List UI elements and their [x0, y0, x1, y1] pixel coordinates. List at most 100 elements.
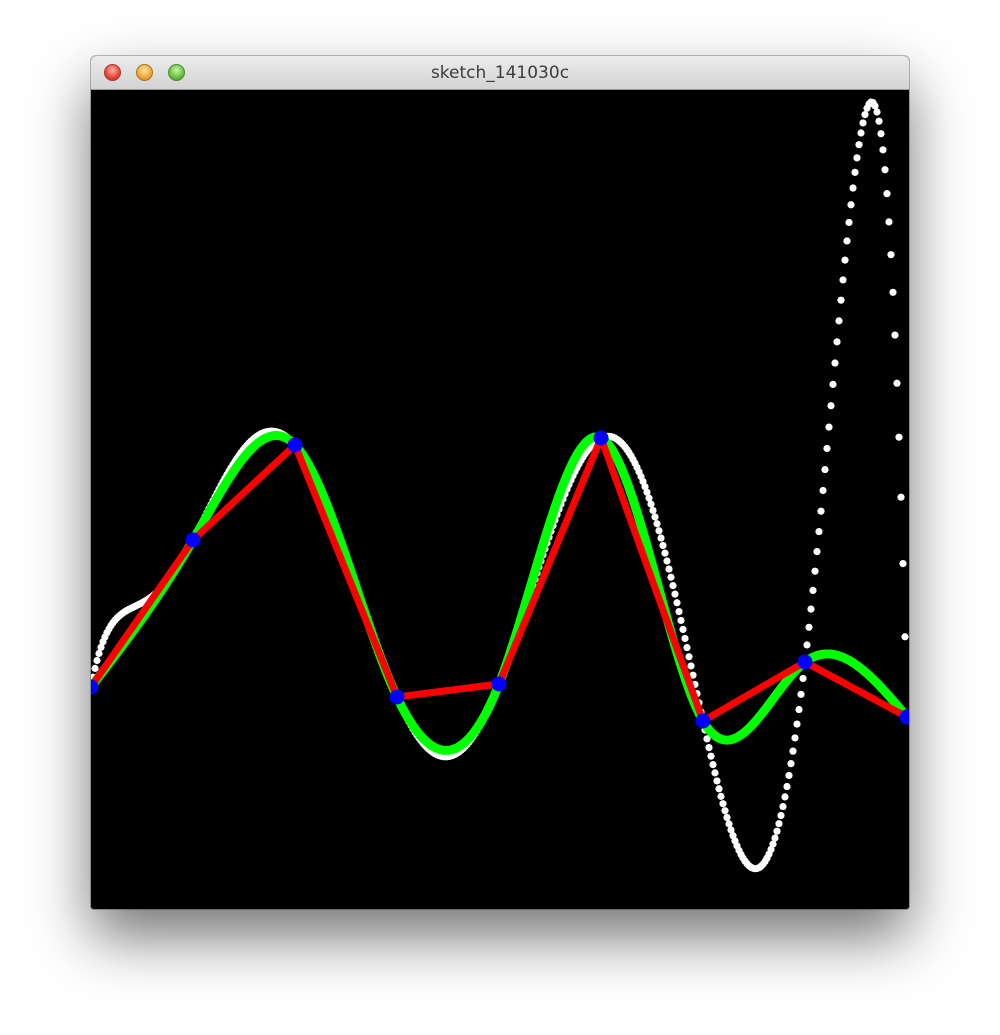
interpolant-dot [883, 190, 891, 198]
interpolant-dot [819, 486, 827, 495]
interpolant-dot [671, 590, 679, 598]
interpolant-dot [715, 785, 723, 793]
interpolant-dot [647, 500, 655, 508]
interpolant-dot [93, 656, 101, 665]
interpolant-dot [783, 782, 791, 791]
interpolant-dot [775, 820, 783, 828]
interpolant-dot [885, 218, 893, 226]
interpolant-dot [861, 111, 869, 119]
interpolant-dot [877, 130, 885, 138]
interpolant-dot [887, 251, 895, 259]
interpolant-dot [873, 108, 881, 116]
interpolant-dot [651, 513, 659, 521]
interpolant-dot [769, 840, 777, 848]
interpolant-dot [895, 433, 903, 441]
interpolant-dot [831, 359, 839, 367]
interpolant-dot [817, 507, 825, 515]
interpolant-dot [857, 129, 865, 137]
interpolant-dot [713, 777, 721, 785]
interpolant-dot [785, 771, 793, 780]
interpolant-dot [871, 102, 879, 110]
interpolant-dot [879, 146, 887, 154]
interpolant-dot [823, 444, 831, 453]
interpolant-dot [797, 690, 805, 698]
interpolant-dot [807, 605, 815, 613]
interpolant-dot [673, 599, 681, 607]
interpolant-dot [711, 769, 719, 777]
interpolant-dot [787, 760, 795, 768]
interpolant-dot [677, 616, 685, 625]
control-point-2[interactable] [287, 437, 303, 453]
interpolant-dot [897, 493, 905, 501]
interpolant-dot [721, 807, 729, 815]
interpolant-dot [649, 506, 657, 515]
interpolant-dot [667, 573, 675, 581]
interpolant-dot [853, 154, 861, 162]
interpolant-dot [839, 276, 847, 284]
interpolant-dot [845, 218, 853, 227]
interpolant-dot [803, 641, 811, 649]
interpolant-dot [685, 653, 693, 661]
interpolant-dot [707, 752, 715, 760]
interpolant-dot [789, 747, 797, 755]
interpolant-dot [841, 256, 849, 264]
interpolant-dot [705, 743, 713, 752]
interpolant-dot [793, 720, 801, 728]
control-point-1[interactable] [185, 532, 201, 548]
interpolant-dot [849, 184, 857, 192]
interpolant-dot [827, 402, 835, 410]
interpolant-dot [723, 813, 731, 822]
interpolant-dot [799, 674, 807, 683]
interpolant-dot [837, 296, 845, 304]
interpolant-dot [859, 119, 867, 127]
interpolant-dot [653, 520, 661, 528]
sketch-canvas[interactable] [91, 90, 909, 909]
interpolant-dot [657, 534, 665, 542]
interpolant-dot [781, 793, 789, 801]
spline-path [91, 431, 909, 755]
title-bar[interactable]: sketch_141030c [91, 56, 909, 90]
smooth-spline-curve [91, 431, 909, 755]
interpolant-dot [891, 331, 899, 339]
interpolant-dot [661, 549, 669, 557]
interpolant-dot [805, 623, 813, 631]
interpolant-dot [675, 607, 683, 616]
control-point-3[interactable] [389, 689, 405, 705]
control-point-4[interactable] [491, 676, 507, 692]
interpolant-dot [779, 802, 787, 811]
interpolant-dot [899, 560, 907, 568]
interpolant-dot [717, 792, 725, 800]
interpolant-dot [777, 811, 785, 820]
interpolant-dot [901, 633, 909, 641]
interpolant-dot [829, 380, 837, 388]
interpolant-dot [843, 237, 851, 245]
interpolant-dot [91, 664, 99, 672]
interpolant-dot [665, 565, 673, 573]
window-title: sketch_141030c [430, 63, 570, 83]
interpolant-curve-dotted [91, 98, 909, 873]
control-point-5[interactable] [593, 430, 609, 446]
interpolant-dot [813, 548, 821, 556]
interpolant-dot [663, 557, 671, 565]
interpolant-dot [821, 465, 829, 474]
sketch-drawing [91, 98, 909, 873]
interpolant-dot [815, 527, 823, 536]
interpolant-dot [687, 662, 695, 670]
interpolant-dot [855, 141, 863, 149]
interpolant-dot [669, 582, 677, 590]
interpolant-dot [847, 201, 855, 209]
interpolant-dot [833, 338, 841, 346]
interpolant-dot [835, 317, 843, 325]
interpolant-dot [825, 423, 833, 431]
interpolant-dot [809, 586, 817, 595]
interpolant-dot [791, 734, 799, 742]
interpolant-dot [893, 379, 901, 387]
control-point-6[interactable] [695, 713, 711, 729]
control-point-7[interactable] [797, 654, 813, 670]
interpolant-dot [719, 800, 727, 808]
app-window: sketch_141030c [91, 56, 909, 909]
interpolant-dot [655, 527, 663, 535]
interpolant-dot [875, 117, 883, 125]
interpolant-dot [771, 834, 779, 842]
interpolant-dot [679, 625, 687, 633]
